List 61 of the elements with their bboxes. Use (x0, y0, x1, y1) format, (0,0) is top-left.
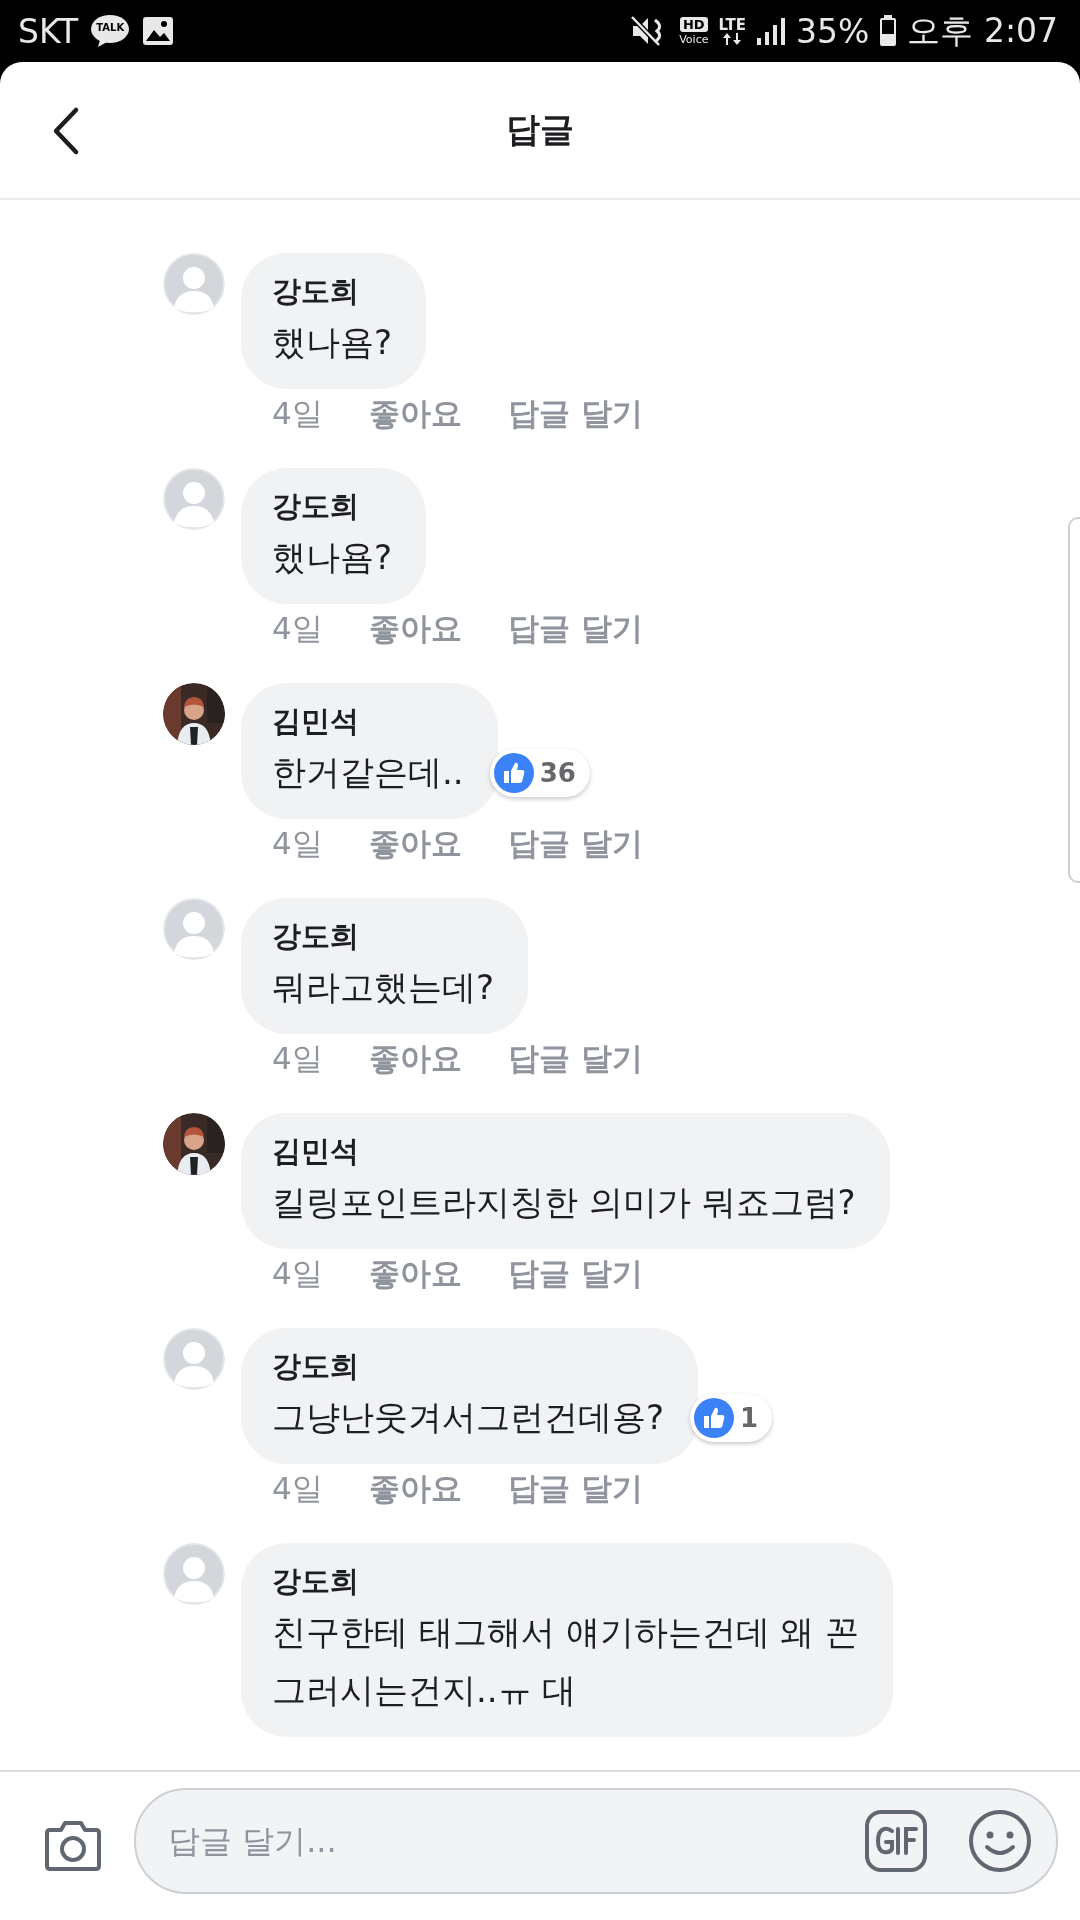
screen-title: 답글 (506, 108, 574, 151)
reply-link[interactable]: 답글 달기 (507, 393, 643, 435)
reply-input-field[interactable]: 답글 달기... (134, 1788, 1058, 1894)
emoji-icon[interactable] (968, 1809, 1032, 1873)
comment-text: 친구한테 태그해서 얘기하는건데 왜 꼰 그러시는건지..ㅠ 대 (272, 1611, 860, 1712)
clock: 오후 2:07 (907, 9, 1058, 52)
author-name[interactable]: 강도희 (272, 484, 393, 528)
like-link[interactable]: 좋아요 (368, 1468, 462, 1510)
reaction-count: 1 (740, 1403, 759, 1433)
author-name[interactable]: 강도희 (272, 1559, 860, 1603)
avatar-icon (163, 1543, 225, 1605)
comment-time: 4일 (272, 1254, 323, 1293)
reply-input[interactable]: 답글 달기... (166, 1821, 824, 1861)
comment-time: 4일 (272, 394, 323, 433)
battery-icon (879, 15, 898, 47)
reaction-badge[interactable]: 36 (489, 749, 590, 797)
avatar-icon (163, 898, 225, 960)
carrier-name: SKT (18, 11, 79, 51)
author-name[interactable]: 강도희 (272, 1344, 665, 1388)
comment-time: 4일 (272, 824, 323, 863)
comment-time: 4일 (272, 1039, 323, 1078)
camera-button[interactable] (42, 1819, 104, 1873)
like-link[interactable]: 좋아요 (368, 1038, 462, 1080)
thumbs-up-icon (694, 1398, 735, 1438)
avatar-icon (163, 253, 225, 315)
reply-link[interactable]: 답글 달기 (507, 1253, 643, 1295)
comment-text: 했나욤? (272, 536, 393, 579)
reaction-count: 36 (539, 758, 576, 788)
comment-time: 4일 (272, 1469, 323, 1508)
signal-icon (756, 16, 787, 46)
author-name[interactable]: 강도희 (272, 269, 393, 313)
reply-link[interactable]: 답글 달기 (507, 1038, 643, 1080)
battery-percent: 35% (796, 11, 870, 51)
reply-link[interactable]: 답글 달기 (507, 608, 643, 650)
author-name[interactable]: 김민석 (272, 699, 464, 743)
avatar-icon (163, 468, 225, 530)
voice-label: Voice (679, 34, 709, 45)
like-link[interactable]: 좋아요 (368, 608, 462, 650)
camera-icon (42, 1819, 104, 1873)
author-name[interactable]: 강도희 (272, 914, 495, 958)
comment-text: 뭐라고했는데? (272, 966, 495, 1009)
gif-icon[interactable] (864, 1809, 928, 1873)
data-arrows-icon (722, 32, 743, 45)
comment-text: 그냥난웃겨서그런건데용? (272, 1396, 665, 1439)
network-type: LTE (718, 17, 747, 33)
like-link[interactable]: 좋아요 (368, 823, 462, 865)
avatar-icon (163, 1328, 225, 1390)
image-icon (142, 16, 175, 46)
comment-text: 킬링포인트라지칭한 의미가 뭐죠그럼? (272, 1181, 856, 1224)
reply-link[interactable]: 답글 달기 (507, 1468, 643, 1510)
like-link[interactable]: 좋아요 (368, 393, 462, 435)
like-link[interactable]: 좋아요 (368, 1253, 462, 1295)
comment-time: 4일 (272, 609, 323, 648)
comment-text: 했나욤? (272, 321, 393, 364)
comment-text: 한거같은데.. (272, 751, 464, 794)
hd-voice-badge: HD (680, 17, 708, 32)
reply-link[interactable]: 답글 달기 (507, 823, 643, 865)
author-name[interactable]: 김민석 (272, 1129, 856, 1173)
thumbs-up-icon (493, 753, 534, 793)
reaction-badge[interactable]: 1 (690, 1394, 773, 1442)
back-icon (51, 106, 81, 156)
